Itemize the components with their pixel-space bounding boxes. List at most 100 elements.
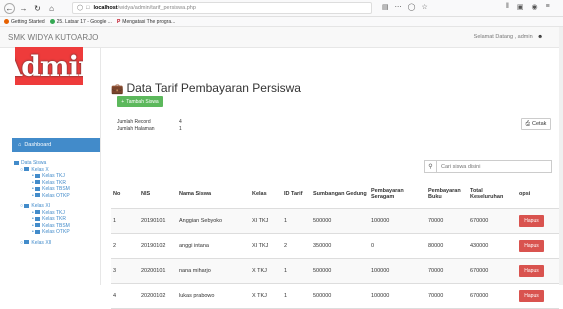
hapus-button[interactable]: Hapus: [519, 264, 544, 277]
jumlah-record-label: Jumlah Record: [117, 119, 151, 125]
briefcase-icon: 💼: [111, 84, 124, 95]
cell-total: 670000: [468, 258, 517, 284]
sidebar-toggle-icon[interactable]: ▣: [517, 3, 524, 11]
cell-gedung: 500000: [311, 258, 369, 284]
cell-gedung: 500000: [311, 283, 369, 309]
cell-kelas: XI TKJ: [250, 208, 282, 234]
forward-icon[interactable]: →: [18, 3, 29, 14]
search-input[interactable]: [441, 163, 541, 170]
jumlah-halaman-label: Jumlah Halaman: [117, 125, 155, 132]
top-navbar: SMK WIDYA KUTOARJO Selamat Datang , admi…: [0, 27, 563, 48]
reload-icon[interactable]: ↻: [32, 3, 43, 14]
sidebar-group-kelas-xii[interactable]: ○ Kelas XII: [20, 240, 70, 247]
reader-view-icon[interactable]: ▤: [382, 3, 389, 11]
page-info-icon: □: [86, 5, 90, 11]
url-bar[interactable]: ◯ □ localhost/widya/admin/tarif_persiswa…: [72, 2, 372, 14]
cell-seragam: 0: [369, 233, 426, 259]
col-header: No: [111, 180, 139, 209]
cell-id-tarif: 2: [282, 233, 311, 259]
cell-total: 670000: [468, 208, 517, 234]
table-row: 3 20200101 nana miharjo X TKJ 1 500000 1…: [111, 258, 559, 284]
record-info: Jumlah Record 4 Jumlah Halaman 1: [117, 119, 182, 132]
folder-icon: [35, 223, 41, 228]
col-header: opsi: [517, 180, 559, 209]
url-host: localhost: [93, 5, 118, 11]
library-icon[interactable]: ‖: [506, 3, 509, 11]
hapus-button[interactable]: Hapus: [519, 239, 544, 252]
cell-seragam: 100000: [369, 208, 426, 234]
col-header: Pembayaran Seragam: [369, 180, 426, 209]
cell-total: 430000: [468, 233, 517, 259]
sidebar-menu: Data Siswa ○ Kelas X • Kelas TKJ • Kelas…: [14, 160, 70, 246]
cell-seragam: 100000: [369, 258, 426, 284]
cell-no: 3: [111, 258, 139, 284]
cell-kelas: XI TKJ: [250, 233, 282, 259]
more-actions-icon[interactable]: ⋯: [395, 3, 402, 11]
cell-gedung: 500000: [311, 208, 369, 234]
menu-icon[interactable]: ≡: [546, 3, 550, 11]
back-icon[interactable]: ←: [4, 2, 15, 14]
cell-nis: 20200101: [139, 258, 177, 284]
drive-icon: [49, 18, 55, 24]
pocket-icon[interactable]: ◯: [408, 3, 416, 11]
brand-title[interactable]: SMK WIDYA KUTOARJO: [8, 33, 98, 42]
account-icon[interactable]: ◉: [532, 3, 538, 11]
folder-icon: [14, 160, 19, 165]
cell-id-tarif: 1: [282, 283, 311, 309]
bookmark-star-icon[interactable]: ☆: [421, 3, 427, 11]
folder-icon: [24, 167, 30, 172]
folder-icon: [35, 173, 41, 178]
folder-icon: [35, 210, 41, 215]
firefox-icon: [4, 18, 9, 24]
home-icon[interactable]: ⌂: [46, 3, 57, 14]
cell-total: 670000: [468, 283, 517, 309]
col-header: ID Tarif: [282, 180, 311, 209]
folder-icon: [24, 203, 30, 208]
search-box: ⚲: [424, 160, 552, 173]
sidebar-item-kelas[interactable]: • Kelas OTKP: [32, 193, 70, 200]
bookmark-mengatasi[interactable]: P Mengatasi The progra...: [117, 19, 175, 25]
cell-no: 4: [111, 283, 139, 309]
folder-icon: [35, 186, 41, 191]
tarif-table: No NIS Nama Siswa Kelas ID Tarif Sumbang…: [111, 180, 559, 309]
sidebar-item-dashboard[interactable]: ⌂ Dashboard: [12, 138, 100, 152]
page-scrollbar[interactable]: [559, 27, 563, 285]
sidebar-item-kelas[interactable]: • Kelas OTKP: [32, 229, 70, 236]
col-header: Kelas: [250, 180, 282, 209]
main-content: 💼 Data Tarif Pembayaran Persiswa + Tambah …: [101, 48, 563, 309]
cell-nama: Anggian Sebyoko: [177, 208, 250, 234]
cell-nis: 20200102: [139, 283, 177, 309]
cell-opsi: Hapus: [517, 233, 559, 259]
col-header: NIS: [139, 180, 177, 209]
cell-opsi: Hapus: [517, 283, 559, 309]
table-row: 2 20190102 anggi intana XI TKJ 2 350000 …: [111, 233, 559, 259]
folder-icon: [35, 216, 41, 221]
hapus-button[interactable]: Hapus: [519, 214, 544, 227]
search-icon[interactable]: ⚲: [425, 161, 437, 172]
cell-nis: 20190102: [139, 233, 177, 259]
cell-no: 2: [111, 233, 139, 259]
tambah-siswa-button[interactable]: + Tambah Siswa: [117, 96, 163, 107]
folder-icon: [35, 229, 41, 234]
cell-kelas: X TKJ: [250, 283, 282, 309]
hapus-button[interactable]: Hapus: [519, 289, 544, 302]
cell-seragam: 100000: [369, 283, 426, 309]
cell-buku: 70000: [426, 208, 468, 234]
col-header: Total Keseluruhan: [468, 180, 517, 209]
plus-icon: +: [121, 98, 125, 105]
cell-gedung: 350000: [311, 233, 369, 259]
col-header: Pembayaran Buku: [426, 180, 468, 209]
print-icon: ⎙: [525, 120, 531, 127]
pinterest-icon: P: [116, 18, 121, 25]
greeting-text[interactable]: Selamat Datang , admin ☻: [474, 34, 543, 40]
shield-icon: ◯: [77, 5, 84, 11]
table-row: 4 20200102 lukas prabowo X TKJ 1 500000 …: [111, 283, 559, 309]
admin-logo: Admin: [15, 47, 83, 85]
cell-opsi: Hapus: [517, 258, 559, 284]
bookmark-latsar[interactable]: 25. Latsar 17 - Google ...: [49, 18, 112, 25]
cetak-button[interactable]: ⎙ Cetak: [521, 118, 551, 130]
url-path: /widya/admin/tarif_persiswa.php: [117, 5, 196, 11]
folder-icon: [35, 193, 41, 198]
table-header-row: No NIS Nama Siswa Kelas ID Tarif Sumbang…: [111, 180, 559, 209]
bookmark-getting-started[interactable]: Getting Started: [4, 19, 45, 25]
